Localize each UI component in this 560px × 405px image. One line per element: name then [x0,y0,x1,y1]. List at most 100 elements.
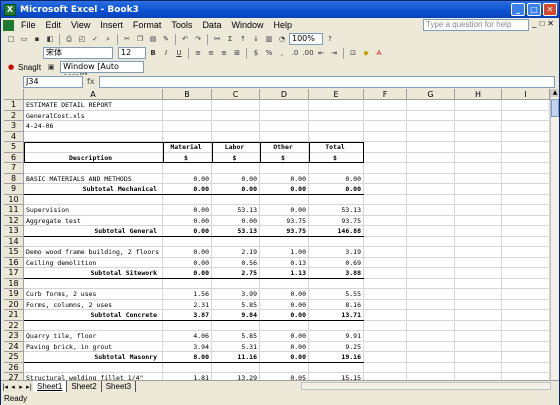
cell-b[interactable]: 0.00 [163,206,209,217]
menu-file[interactable]: File [16,20,41,30]
cell-e[interactable]: 5.55 [309,290,361,301]
cell-e[interactable]: 9.91 [309,332,361,343]
menu-view[interactable]: View [66,20,95,30]
hyperlink-icon[interactable]: ⚯ [211,34,223,45]
help-icon[interactable]: ? [324,34,336,45]
row-header[interactable]: 27 [4,373,24,380]
name-box[interactable]: J34 [23,75,83,88]
font-select[interactable]: 宋体 [43,47,113,59]
row-header[interactable]: 4 [4,131,24,142]
snagit-button[interactable]: SnagIt [18,63,41,72]
cell-c[interactable]: 0.00 [212,217,257,228]
cell-d[interactable]: 0.00 [260,175,306,186]
cell-b[interactable]: 0.00 [163,248,209,259]
scroll-up-icon[interactable]: ▲ [551,89,559,97]
cell-description[interactable]: Quarry tile, floor [26,332,96,343]
menu-insert[interactable]: Insert [95,20,128,30]
cell-e[interactable]: 0.69 [309,259,361,270]
cell-c[interactable]: 0.56 [212,259,257,270]
column-header[interactable]: F [364,89,407,100]
snagit-capture-icon[interactable]: ▣ [45,62,57,73]
cell-description[interactable]: ESTIMATE DETAIL REPORT [26,101,112,112]
row-header[interactable]: 2 [4,110,24,121]
open-icon[interactable]: ▭ [18,34,30,45]
row-header[interactable]: 6 [4,152,24,163]
sheet-tab-3[interactable]: Sheet3 [102,381,137,392]
cell-description[interactable]: 4-24-06 [26,122,53,133]
decrease-indent-icon[interactable]: ⇤ [315,48,327,59]
cell-description[interactable]: Forms, columns, 2 uses [26,301,112,312]
font-color-icon[interactable]: A [373,48,385,59]
drawing-icon[interactable]: ◔ [276,34,288,45]
row-header[interactable]: 10 [4,194,24,205]
cell-e[interactable]: 9.25 [309,343,361,354]
row-header[interactable]: 3 [4,121,24,132]
select-all-corner[interactable] [4,89,24,100]
menu-format[interactable]: Format [128,20,167,30]
menu-edit[interactable]: Edit [41,20,67,30]
percent-icon[interactable]: % [263,48,275,59]
cell-description[interactable]: Ceiling demolition [26,259,96,270]
help-search-input[interactable]: Type a question for help [423,19,529,31]
last-sheet-icon[interactable]: ▸| [25,383,33,391]
minimize-button[interactable]: _ [511,3,525,16]
cell-d[interactable]: 0.00 [260,301,306,312]
cell-b[interactable]: 4.06 [163,332,209,343]
cell-e[interactable]: 0.00 [309,175,361,186]
cell-description[interactable]: Curb forms, 2 uses [26,290,96,301]
cell-c[interactable]: 0.00 [212,175,257,186]
column-header[interactable]: I [502,89,550,100]
comma-style-icon[interactable]: , [276,48,288,59]
menu-tools[interactable]: Tools [166,20,197,30]
column-header[interactable]: B [163,89,212,100]
new-icon[interactable]: □ [5,34,17,45]
redo-icon[interactable]: ↷ [192,34,204,45]
italic-icon[interactable]: I [160,48,172,59]
row-header[interactable]: 20 [4,299,24,310]
column-header[interactable]: C [212,89,260,100]
cell-b[interactable]: 0.00 [163,259,209,270]
first-sheet-icon[interactable]: |◂ [1,383,9,391]
cell-b[interactable]: 1.56 [163,290,209,301]
align-left-icon[interactable]: ≡ [192,48,204,59]
undo-icon[interactable]: ↶ [179,34,191,45]
align-right-icon[interactable]: ≡ [218,48,230,59]
increase-decimal-icon[interactable]: .0 [289,48,301,59]
fx-icon[interactable]: fx [87,77,95,86]
sort-ascending-icon[interactable]: ↑ [237,34,249,45]
cell-description[interactable]: Aggregate test [26,217,81,228]
cell-c[interactable]: 3.99 [212,290,257,301]
row-header[interactable]: 1 [4,100,24,111]
column-header[interactable]: E [309,89,364,100]
menu-help[interactable]: Help [268,20,297,30]
row-header[interactable]: 14 [4,236,24,247]
row-header[interactable]: 17 [4,268,24,279]
cell-description[interactable]: Demo wood frame building, 2 floors [26,248,159,259]
capture-window-select[interactable]: Window [Auto scroll] [60,61,145,81]
row-header[interactable]: 12 [4,215,24,226]
prev-sheet-icon[interactable]: ◂ [9,383,17,391]
row-header[interactable]: 25 [4,352,24,363]
cell-d[interactable]: 1.00 [260,248,306,259]
spelling-icon[interactable]: ✓ [89,34,101,45]
cell-d[interactable]: 0.00 [260,343,306,354]
row-header[interactable]: 5 [4,142,24,153]
cell-d[interactable]: 0.00 [260,290,306,301]
fill-color-icon[interactable]: ◆ [360,48,372,59]
align-center-icon[interactable]: ≡ [205,48,217,59]
cell-description[interactable]: Paving brick, in grout [26,343,112,354]
cell-description[interactable]: BASIC MATERIALS AND METHODS [26,175,132,186]
borders-icon[interactable]: ⊡ [347,48,359,59]
autosum-icon[interactable]: Σ [224,34,236,45]
paste-icon[interactable]: ▤ [147,34,159,45]
sort-descending-icon[interactable]: ↓ [250,34,262,45]
horizontal-scrollbar[interactable] [301,382,551,390]
underline-icon[interactable]: U [173,48,185,59]
print-preview-icon[interactable]: ◰ [76,34,88,45]
chart-wizard-icon[interactable]: ▥ [263,34,275,45]
cell-e[interactable]: 8.16 [309,301,361,312]
cell-b[interactable]: 0.00 [163,175,209,186]
cell-e[interactable]: 53.13 [309,206,361,217]
row-header[interactable]: 22 [4,320,24,331]
row-header[interactable]: 21 [4,310,24,321]
